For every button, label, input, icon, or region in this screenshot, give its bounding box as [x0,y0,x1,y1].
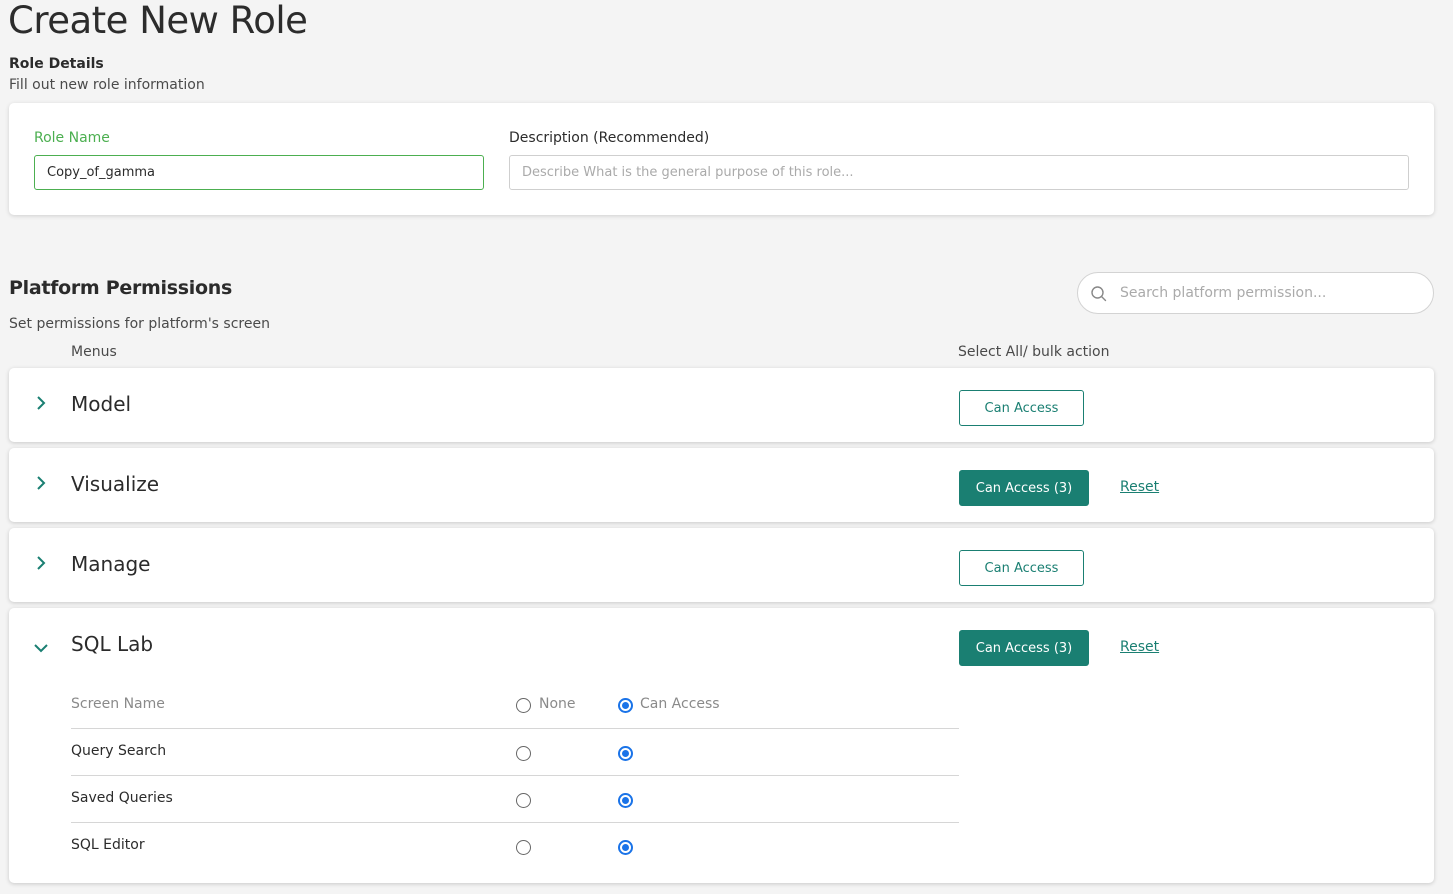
role-details-card: Role Name Description (Recommended) [9,103,1434,215]
sql-lab-screen-table: Screen Name None Can Access Query Search… [71,692,959,870]
permission-search-input[interactable] [1118,281,1418,305]
role-name-label: Role Name [34,130,110,146]
can-access-header-label: Can Access [640,696,720,712]
table-header-row: Screen Name None Can Access [71,692,959,729]
screen-name: Query Search [71,743,167,759]
menu-name[interactable]: SQL Lab [71,632,153,656]
table-row: Query Search [71,729,959,776]
menu-name[interactable]: Visualize [71,472,159,496]
menu-card-sql-lab: SQL Lab Can Access (3) Reset Screen Name… [9,608,1434,883]
reset-link[interactable]: Reset [1120,639,1159,655]
menu-card-visualize: Visualize Can Access (3) Reset [9,448,1434,522]
column-header-menus: Menus [71,344,117,360]
none-radio[interactable] [516,793,531,808]
role-name-input[interactable] [34,155,484,190]
platform-permissions-title: Platform Permissions [9,277,232,299]
description-label: Description (Recommended) [509,130,710,146]
select-all-none-radio[interactable] [516,698,531,713]
table-row: SQL Editor [71,823,959,870]
menu-name[interactable]: Manage [71,552,150,576]
can-access-button[interactable]: Can Access [959,550,1084,586]
column-header-bulk-action: Select All/ bulk action [958,344,1110,360]
description-input[interactable] [509,155,1409,190]
can-access-radio[interactable] [618,746,633,761]
platform-permissions-subtitle: Set permissions for platform's screen [9,316,270,332]
can-access-radio[interactable] [618,840,633,855]
screen-name: Saved Queries [71,790,173,806]
reset-link[interactable]: Reset [1120,479,1159,495]
can-access-button[interactable]: Can Access (3) [959,470,1089,506]
screen-name-header: Screen Name [71,696,165,712]
can-access-button[interactable]: Can Access (3) [959,630,1089,666]
screen-name: SQL Editor [71,837,145,853]
chevron-right-icon[interactable] [33,475,49,491]
menu-card-model: Model Can Access [9,368,1434,442]
can-access-button[interactable]: Can Access [959,390,1084,426]
role-details-subtitle: Fill out new role information [9,77,205,93]
none-radio[interactable] [516,840,531,855]
menu-card-manage: Manage Can Access [9,528,1434,602]
none-header-label: None [539,696,576,712]
page-title: Create New Role [8,0,308,42]
permission-search[interactable] [1077,272,1434,314]
none-radio[interactable] [516,746,531,761]
chevron-down-icon[interactable] [33,640,49,656]
chevron-right-icon[interactable] [33,395,49,411]
menu-name[interactable]: Model [71,392,131,416]
role-details-title: Role Details [9,56,104,72]
table-row: Saved Queries [71,776,959,823]
can-access-radio[interactable] [618,793,633,808]
search-icon [1091,286,1107,302]
chevron-right-icon[interactable] [33,555,49,571]
select-all-can-access-radio[interactable] [618,698,633,713]
